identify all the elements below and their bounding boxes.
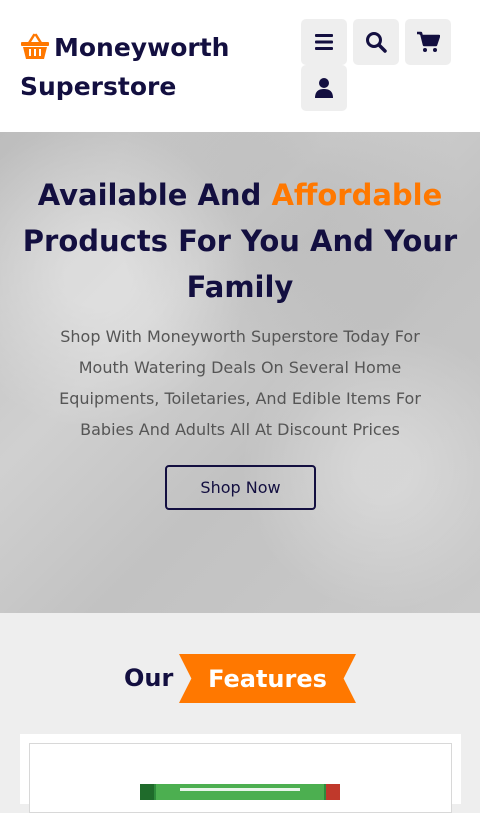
search-button[interactable] (353, 19, 399, 65)
cart-button[interactable] (405, 19, 451, 65)
shopping-cart-icon (417, 31, 440, 52)
bars-icon (315, 34, 333, 50)
hero-title-part1: Available And (37, 178, 272, 212)
logo-text-line1: Moneyworth (54, 33, 230, 62)
features-heading: Our Features (0, 654, 480, 704)
hero-description: Shop With Moneyworth Superstore Today Fo… (59, 327, 421, 439)
menu-button[interactable] (301, 19, 347, 65)
shop-now-button[interactable]: Shop Now (165, 465, 316, 510)
product-image (140, 784, 340, 800)
hero-title: Available And Affordable Products For Yo… (20, 172, 460, 310)
hero-title-part2: Products For You And Your Family (22, 224, 458, 304)
login-button[interactable] (301, 65, 347, 111)
site-header: Moneyworth Superstore (0, 0, 480, 132)
feature-card (20, 734, 461, 813)
site-logo[interactable]: Moneyworth Superstore (20, 28, 280, 106)
logo-text-line2: Superstore (20, 72, 177, 101)
search-icon (366, 32, 387, 53)
hero-title-accent: Affordable (271, 178, 443, 212)
features-heading-plain: Our (124, 664, 174, 692)
user-icon (315, 78, 333, 98)
feature-card-inner (29, 743, 452, 813)
features-heading-tag: Features (179, 654, 356, 703)
shopping-basket-icon (21, 33, 49, 59)
hero-banner: Available And Affordable Products For Yo… (0, 132, 480, 613)
